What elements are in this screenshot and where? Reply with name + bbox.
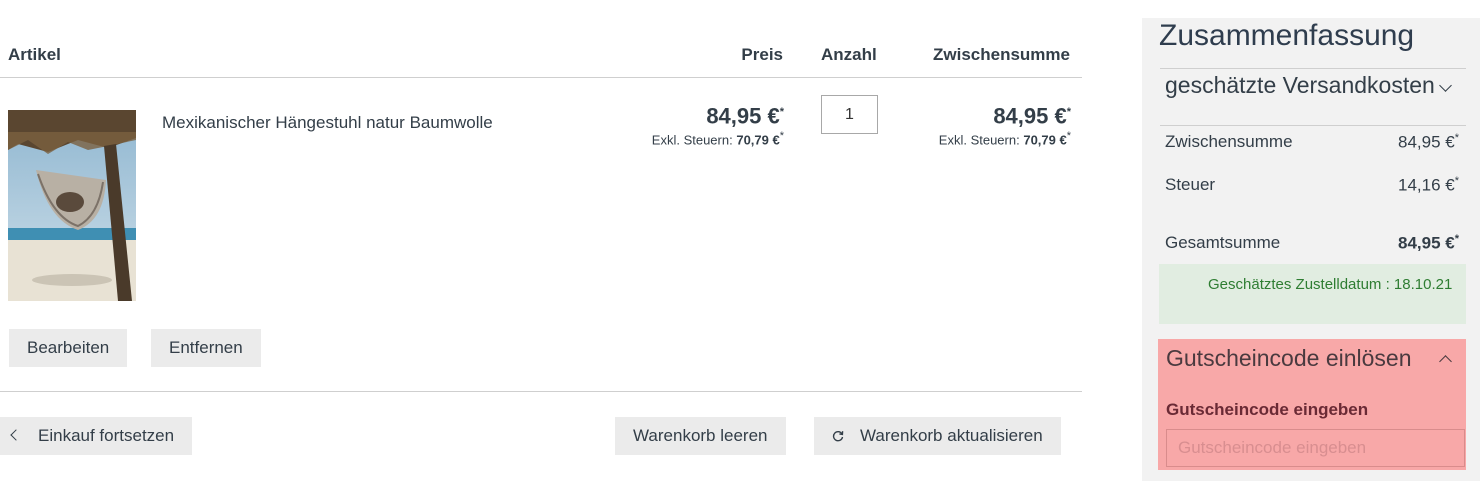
tax-star: *: [779, 130, 784, 143]
quantity-input[interactable]: 1: [821, 95, 878, 134]
price-star: *: [779, 106, 784, 118]
refresh-icon: [832, 431, 844, 442]
item-tax-value: 70,79 €: [736, 132, 780, 148]
coupon-toggle[interactable]: Gutscheincode einlösen: [1166, 345, 1412, 372]
item-tax-label: Exkl. Steuern:: [651, 132, 733, 148]
item-price: 84,95 €* Exkl. Steuern: 70,79 €*: [651, 99, 784, 148]
update-label: Warenkorb aktualisieren: [860, 426, 1043, 445]
subtotal-tax-label: Exkl. Steuern:: [938, 132, 1020, 148]
header-item: Artikel: [8, 45, 61, 64]
cart-table: Artikel Preis Anzahl Zwischensumme Mexik…: [0, 0, 1082, 481]
coupon-field-label: Gutscheincode eingeben: [1166, 400, 1369, 419]
summary-label: Steuer: [1165, 175, 1216, 194]
update-cart-button[interactable]: Warenkorb aktualisieren: [814, 417, 1061, 455]
subtotal-star: *: [1066, 106, 1071, 118]
delivery-date-notice: Geschätztes Zustelldatum : 18.10.21: [1159, 264, 1466, 324]
subtotal-tax-value: 70,79 €: [1023, 132, 1067, 148]
summary-value: 84,95 €*: [1397, 233, 1459, 253]
summary-row-subtotal: Zwischensumme 84,95 €*: [1165, 132, 1466, 152]
summary-title: Zusammenfassung: [1159, 19, 1415, 52]
summary-row-tax: Steuer 14,16 €*: [1165, 175, 1466, 195]
chevron-left-icon: [10, 429, 22, 441]
continue-label: Einkauf fortsetzen: [38, 426, 175, 445]
summary-label: Gesamtsumme: [1165, 233, 1281, 252]
header-subtotal: Zwischensumme: [933, 45, 1070, 64]
summary-value: 14,16 €*: [1397, 175, 1459, 195]
coupon-section: Gutscheincode einlösen Gutscheincode ein…: [1158, 339, 1466, 470]
cart-header-row: Artikel Preis Anzahl Zwischensumme: [0, 44, 1082, 78]
continue-shopping-button[interactable]: Einkauf fortsetzen: [0, 417, 193, 455]
chevron-down-icon: [1439, 79, 1452, 92]
header-price: Preis: [741, 45, 783, 64]
summary-label: Zwischensumme: [1165, 132, 1293, 151]
summary-row-total: Gesamtsumme 84,95 €*: [1165, 233, 1466, 253]
coupon-code-input[interactable]: [1166, 429, 1465, 467]
item-price-value: 84,95 €: [706, 103, 780, 129]
header-quantity: Anzahl: [821, 45, 877, 64]
chevron-up-icon[interactable]: [1439, 355, 1452, 368]
remove-button[interactable]: Entfernen: [151, 329, 261, 367]
product-name-link[interactable]: Mexikanischer Hängestuhl natur Baumwolle: [162, 113, 493, 133]
clear-cart-button[interactable]: Warenkorb leeren: [615, 417, 786, 455]
subtotal-tax-star: *: [1066, 130, 1071, 143]
cart-divider: [0, 391, 1082, 392]
edit-button[interactable]: Bearbeiten: [9, 329, 128, 367]
shipping-estimate-toggle[interactable]: geschätzte Versandkosten: [1160, 68, 1466, 126]
summary-value: 84,95 €*: [1397, 132, 1459, 152]
product-image[interactable]: [8, 110, 136, 301]
item-subtotal: 84,95 €* Exkl. Steuern: 70,79 €*: [938, 99, 1071, 148]
shipping-label: geschätzte Versandkosten: [1165, 72, 1435, 98]
order-summary: Zusammenfassung geschätzte Versandkosten…: [1142, 18, 1480, 481]
item-subtotal-value: 84,95 €: [993, 103, 1067, 129]
